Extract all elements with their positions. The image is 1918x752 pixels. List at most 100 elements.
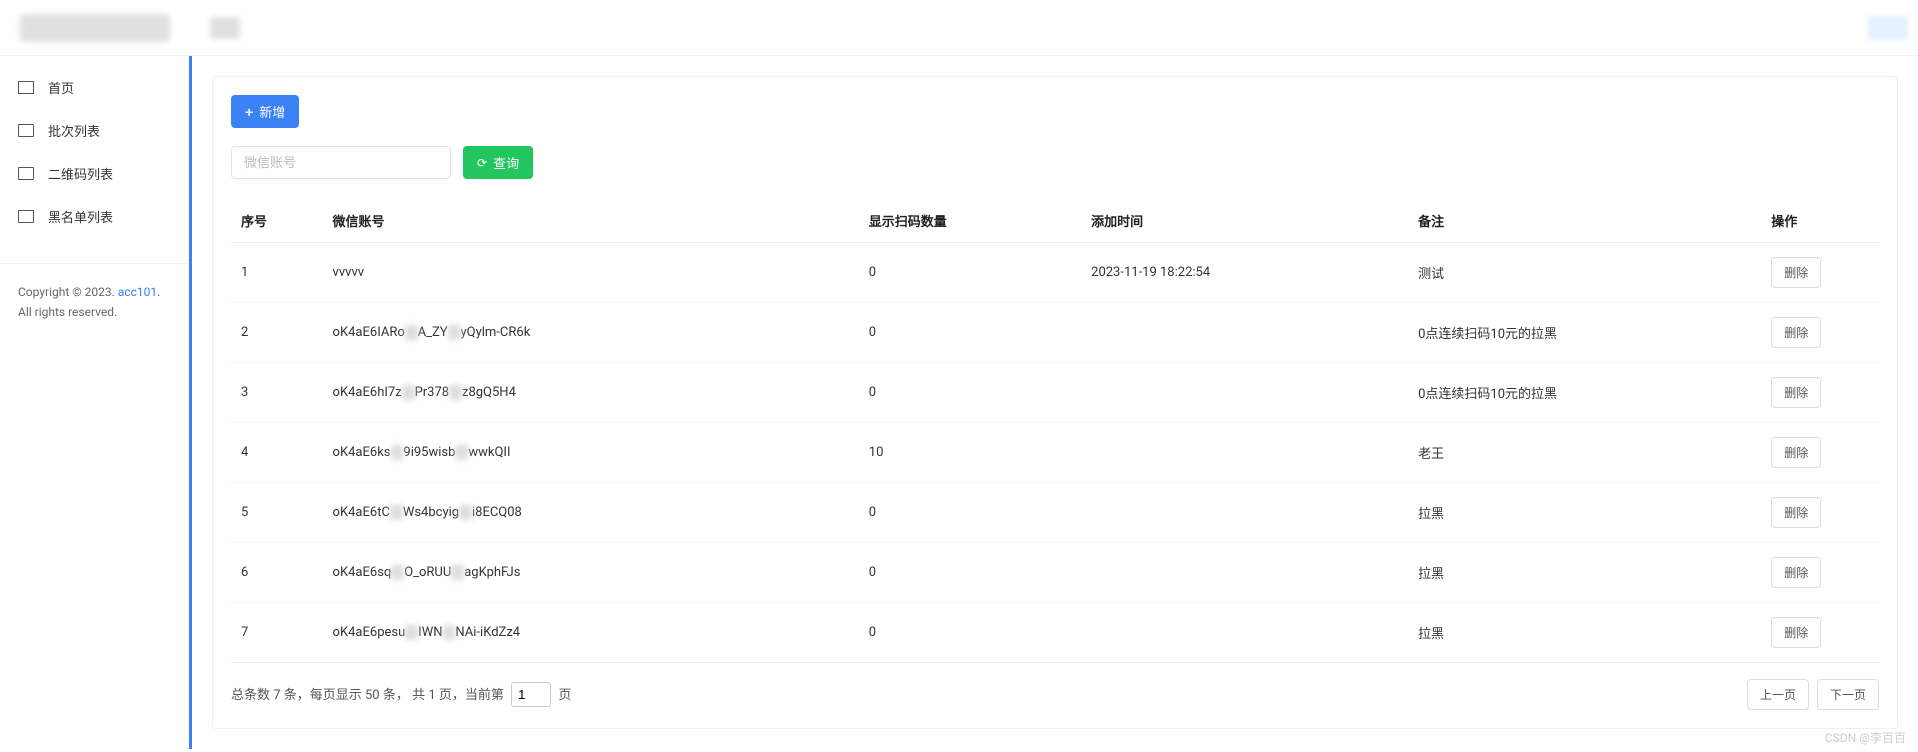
cell-note: 0点连续扫码10元的拉黑 (1408, 363, 1761, 423)
header-title-placeholder (210, 17, 240, 39)
cell-time (1081, 603, 1408, 663)
table-row: 1 vvvvv 0 2023-11-19 18:22:54 测试 删除 (231, 243, 1879, 303)
sidebar-item-label: 黑名单列表 (48, 207, 113, 226)
search-input[interactable] (231, 146, 451, 179)
sidebar-item-blacklist[interactable]: 黑名单列表 (0, 195, 189, 238)
cell-index: 6 (231, 543, 323, 603)
cell-account: oK4aE6ksxx9i95wisbxxwwkQII (323, 423, 859, 483)
home-icon (18, 81, 34, 95)
delete-button[interactable]: 删除 (1771, 497, 1821, 528)
cell-index: 2 (231, 303, 323, 363)
th-index: 序号 (231, 199, 323, 243)
footer-link[interactable]: acc101 (118, 285, 157, 299)
table-row: 3 oK4aE6hI7zxxPr378xxz8gQ5H4 0 0点连续扫码10元… (231, 363, 1879, 423)
cell-count: 0 (859, 303, 1081, 363)
blacklist-icon (18, 210, 34, 224)
cell-action: 删除 (1761, 243, 1879, 303)
table-row: 4 oK4aE6ksxx9i95wisbxxwwkQII 10 老王 删除 (231, 423, 1879, 483)
cell-count: 0 (859, 483, 1081, 543)
sidebar: 首页 批次列表 二维码列表 黑名单列表 Copyright © 2023. ac… (0, 56, 190, 749)
sidebar-item-label: 二维码列表 (48, 164, 113, 183)
cell-note: 拉黑 (1408, 543, 1761, 603)
qrcode-icon (18, 167, 34, 181)
prev-page-button[interactable]: 上一页 (1747, 679, 1809, 710)
search-button[interactable]: 查询 (463, 146, 533, 179)
plus-icon (245, 104, 255, 120)
th-scan-count: 显示扫码数量 (859, 199, 1081, 243)
refresh-icon (477, 155, 489, 170)
next-page-button[interactable]: 下一页 (1817, 679, 1879, 710)
cell-account: oK4aE6IARoxxA_ZYxxyQylm-CR6k (323, 303, 859, 363)
cell-count: 0 (859, 543, 1081, 603)
cell-note: 拉黑 (1408, 603, 1761, 663)
cell-action: 删除 (1761, 303, 1879, 363)
data-table: 序号 微信账号 显示扫码数量 添加时间 备注 操作 1 vvvvv 0 2023… (231, 199, 1879, 663)
cell-count: 0 (859, 603, 1081, 663)
table-row: 2 oK4aE6IARoxxA_ZYxxyQylm-CR6k 0 0点连续扫码1… (231, 303, 1879, 363)
cell-time (1081, 423, 1408, 483)
list-icon (18, 124, 34, 138)
sidebar-footer: Copyright © 2023. acc101. All rights res… (0, 263, 189, 341)
th-account: 微信账号 (323, 199, 859, 243)
sidebar-item-qrcode[interactable]: 二维码列表 (0, 152, 189, 195)
cell-count: 0 (859, 243, 1081, 303)
cell-action: 删除 (1761, 483, 1879, 543)
cell-count: 0 (859, 363, 1081, 423)
delete-button[interactable]: 删除 (1771, 617, 1821, 648)
th-add-time: 添加时间 (1081, 199, 1408, 243)
cell-action: 删除 (1761, 363, 1879, 423)
table-row: 7 oK4aE6pesuxxIWNxxNAi-iKdZz4 0 拉黑 删除 (231, 603, 1879, 663)
search-row: 查询 (231, 146, 1879, 179)
cell-note: 0点连续扫码10元的拉黑 (1408, 303, 1761, 363)
cell-note: 测试 (1408, 243, 1761, 303)
cell-time (1081, 303, 1408, 363)
delete-button[interactable]: 删除 (1771, 257, 1821, 288)
page-input[interactable] (511, 682, 551, 707)
logo-placeholder (20, 14, 170, 42)
copyright-text: Copyright © 2023. (18, 285, 118, 299)
cell-time (1081, 543, 1408, 603)
cell-account: oK4aE6tCxxWs4bcyigxxi8ECQ08 (323, 483, 859, 543)
header (0, 0, 1918, 56)
pager: 总条数 7 条，每页显示 50 条， 共 1 页，当前第 页 上一页 下一页 (231, 679, 1879, 710)
search-button-label: 查询 (493, 153, 519, 172)
cell-time (1081, 363, 1408, 423)
cell-action: 删除 (1761, 423, 1879, 483)
cell-index: 3 (231, 363, 323, 423)
main-content: 新增 查询 序号 微信账号 显示扫码数量 添加时间 备注 操作 (189, 56, 1918, 749)
cell-time (1081, 483, 1408, 543)
pager-info: 总条数 7 条，每页显示 50 条， 共 1 页，当前第 页 (231, 682, 1747, 707)
delete-button[interactable]: 删除 (1771, 437, 1821, 468)
table-row: 5 oK4aE6tCxxWs4bcyigxxi8ECQ08 0 拉黑 删除 (231, 483, 1879, 543)
table-row: 6 oK4aE6sqxxO_oRUUxxagKphFJs 0 拉黑 删除 (231, 543, 1879, 603)
cell-account: vvvvv (323, 243, 859, 303)
th-action: 操作 (1761, 199, 1879, 243)
add-button-label: 新增 (259, 102, 285, 121)
cell-account: oK4aE6sqxxO_oRUUxxagKphFJs (323, 543, 859, 603)
cell-action: 删除 (1761, 543, 1879, 603)
cell-action: 删除 (1761, 603, 1879, 663)
sidebar-item-label: 首页 (48, 78, 74, 97)
cell-index: 5 (231, 483, 323, 543)
cell-count: 10 (859, 423, 1081, 483)
delete-button[interactable]: 删除 (1771, 317, 1821, 348)
th-note: 备注 (1408, 199, 1761, 243)
delete-button[interactable]: 删除 (1771, 557, 1821, 588)
watermark: CSDN @李百百 (1825, 729, 1906, 746)
sidebar-item-batch[interactable]: 批次列表 (0, 109, 189, 152)
cell-index: 7 (231, 603, 323, 663)
cell-index: 1 (231, 243, 323, 303)
cell-index: 4 (231, 423, 323, 483)
sidebar-item-home[interactable]: 首页 (0, 66, 189, 109)
rights-text: All rights reserved. (18, 305, 117, 319)
sidebar-item-label: 批次列表 (48, 121, 100, 140)
header-right-placeholder[interactable] (1868, 16, 1908, 40)
cell-time: 2023-11-19 18:22:54 (1081, 243, 1408, 303)
cell-account: oK4aE6hI7zxxPr378xxz8gQ5H4 (323, 363, 859, 423)
panel: 新增 查询 序号 微信账号 显示扫码数量 添加时间 备注 操作 (212, 76, 1898, 729)
add-button[interactable]: 新增 (231, 95, 299, 128)
delete-button[interactable]: 删除 (1771, 377, 1821, 408)
cell-account: oK4aE6pesuxxIWNxxNAi-iKdZz4 (323, 603, 859, 663)
cell-note: 老王 (1408, 423, 1761, 483)
cell-note: 拉黑 (1408, 483, 1761, 543)
